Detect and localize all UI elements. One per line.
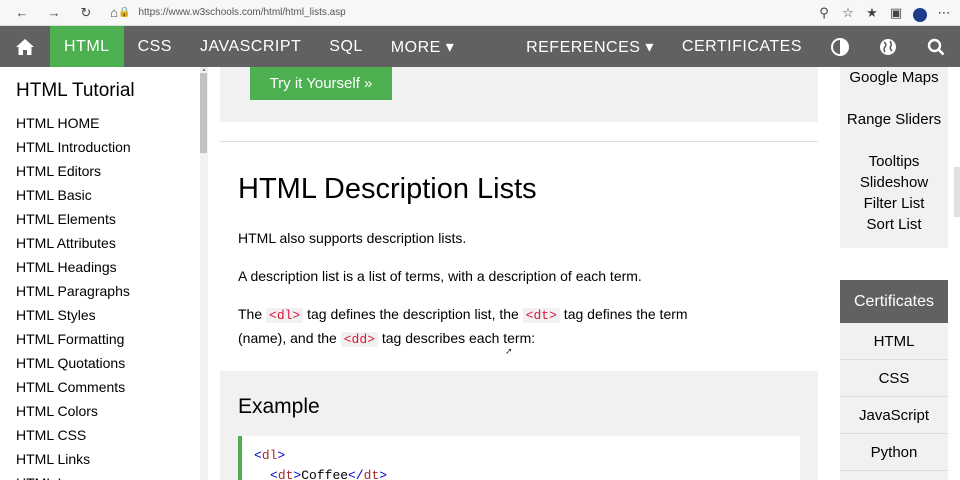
howto-range-sliders[interactable]: Range Sliders <box>840 109 948 151</box>
sidebar-item[interactable]: HTML Formatting <box>0 327 208 351</box>
sidebar-list: HTML HOME HTML Introduction HTML Editors… <box>0 111 208 480</box>
sidebar-item[interactable]: HTML Styles <box>0 303 208 327</box>
sidebar-item[interactable]: HTML Elements <box>0 207 208 231</box>
favorites-icon[interactable]: ★ <box>862 3 882 23</box>
code-dt: <dt> <box>522 308 560 323</box>
howto-filter-list[interactable]: Filter List <box>840 193 948 214</box>
mouse-cursor-icon: ➚ <box>505 346 513 356</box>
sidebar-item[interactable]: HTML Headings <box>0 255 208 279</box>
sidebar-item[interactable]: HTML Colors <box>0 399 208 423</box>
nav-certificates[interactable]: CERTIFICATES <box>668 26 816 67</box>
sidebar-item[interactable]: HTML CSS <box>0 423 208 447</box>
certificate-javascript[interactable]: JavaScript <box>840 397 948 434</box>
nav-html[interactable]: HTML <box>50 26 124 67</box>
code-example: <dl> <dt>Coffee</dt> <box>238 436 800 480</box>
nav-references[interactable]: REFERENCES ▾ <box>512 26 668 67</box>
collections-icon[interactable]: ▣ <box>886 3 906 23</box>
certificate-python[interactable]: Python <box>840 434 948 471</box>
example-title: Example <box>238 395 320 418</box>
sidebar-item[interactable]: HTML Paragraphs <box>0 279 208 303</box>
page-heading: HTML Description Lists <box>238 173 537 205</box>
nav-css[interactable]: CSS <box>124 26 186 67</box>
how-to-links: Google Maps Range Sliders Tooltips Slide… <box>840 67 948 248</box>
paragraph: A description list is a list of terms, w… <box>238 268 642 284</box>
howto-tooltips[interactable]: Tooltips <box>840 151 948 172</box>
sidebar-item[interactable]: HTML Comments <box>0 375 208 399</box>
theme-toggle-icon[interactable] <box>816 26 864 67</box>
forward-icon[interactable]: → <box>44 3 64 23</box>
certificate-css[interactable]: CSS <box>840 360 948 397</box>
page-scrollbar[interactable] <box>954 167 960 217</box>
certificates-panel: Certificates HTML CSS JavaScript Python <box>840 280 948 480</box>
more-icon[interactable]: ⋯ <box>934 3 954 23</box>
globe-icon[interactable] <box>864 26 912 67</box>
left-sidebar: HTML Tutorial HTML HOME HTML Introductio… <box>0 67 208 480</box>
main-content: Try it Yourself » HTML Description Lists… <box>208 67 830 480</box>
try-it-yourself-button[interactable]: Try it Yourself » <box>250 67 392 100</box>
certificate-html[interactable]: HTML <box>840 323 948 360</box>
lock-icon: 🔒 <box>118 7 131 18</box>
back-icon[interactable]: ← <box>12 3 32 23</box>
sidebar-scroll-thumb[interactable] <box>200 73 207 153</box>
howto-sort-list[interactable]: Sort List <box>840 214 948 235</box>
browser-toolbar: ← → ↻ ⌂ 🔒 https://www.w3schools.com/html… <box>0 0 960 26</box>
code-dd: <dd> <box>340 332 378 347</box>
nav-javascript[interactable]: JAVASCRIPT <box>186 26 315 67</box>
paragraph-tags: The <dl> tag defines the description lis… <box>238 306 688 347</box>
previous-example-panel: Try it Yourself » <box>220 67 818 122</box>
sidebar-item[interactable]: HTML Editors <box>0 159 208 183</box>
reload-icon[interactable]: ↻ <box>76 3 96 23</box>
paragraph: HTML also supports description lists. <box>238 230 467 246</box>
sidebar-item[interactable]: HTML HOME <box>0 111 208 135</box>
certificates-header: Certificates <box>840 280 948 323</box>
favorites-add-icon[interactable]: ☆ <box>838 3 858 23</box>
right-sidebar: Google Maps Range Sliders Tooltips Slide… <box>830 67 960 480</box>
sidebar-item[interactable]: HTML Basic <box>0 183 208 207</box>
search-icon[interactable] <box>912 26 960 67</box>
home-icon[interactable] <box>0 26 50 67</box>
sidebar-item[interactable]: HTML Introduction <box>0 135 208 159</box>
nav-more[interactable]: MORE ▾ <box>377 26 468 67</box>
sidebar-item[interactable]: HTML Quotations <box>0 351 208 375</box>
sidebar-item[interactable]: HTML Attributes <box>0 231 208 255</box>
code-dl: <dl> <box>266 308 304 323</box>
sidebar-item[interactable]: HTML Links <box>0 447 208 471</box>
sidebar-item[interactable]: HTML Images <box>0 471 208 480</box>
profile-icon[interactable] <box>910 3 930 23</box>
example-panel: Example <dl> <dt>Coffee</dt> <box>220 371 818 480</box>
address-bar[interactable]: 🔒 https://www.w3schools.com/html/html_li… <box>118 3 848 22</box>
howto-slideshow[interactable]: Slideshow <box>840 172 948 193</box>
zoom-icon[interactable]: ⚲ <box>814 3 834 23</box>
section-divider <box>220 141 818 142</box>
howto-google-maps[interactable]: Google Maps <box>840 67 948 109</box>
top-navigation: HTML CSS JAVASCRIPT SQL MORE ▾ REFERENCE… <box>0 26 960 67</box>
url-text: https://www.w3schools.com/html/html_list… <box>138 7 346 18</box>
sidebar-title: HTML Tutorial <box>16 80 135 101</box>
nav-sql[interactable]: SQL <box>315 26 377 67</box>
